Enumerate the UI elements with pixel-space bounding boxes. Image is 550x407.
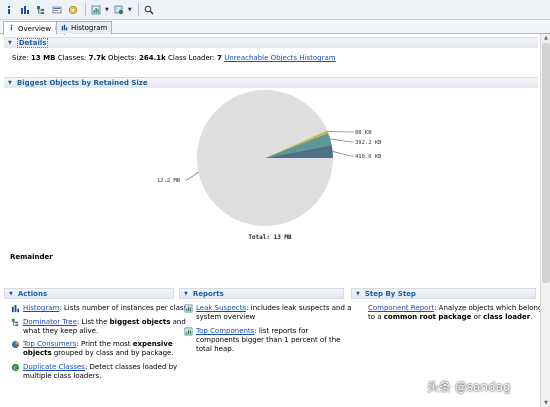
tab-histogram[interactable]: Histogram [56, 21, 113, 34]
class-loader-value: 7 [217, 54, 222, 62]
histogram-icon[interactable] [18, 3, 32, 17]
biggest-objects-section-header[interactable]: ▼ Biggest Objects by Retained Size [4, 77, 538, 88]
panel-title: Step By Step [364, 289, 416, 298]
dominator-tree-link[interactable]: Dominator Tree [23, 318, 77, 326]
pie-slice-label: 12.2 MB [157, 178, 181, 184]
search-icon[interactable] [142, 3, 156, 17]
duplicate-classes-icon: c [11, 363, 20, 372]
scrollbar-thumb[interactable] [542, 43, 550, 283]
size-value: 13 MB [30, 54, 56, 62]
objects-value: 264.1k [139, 54, 166, 62]
classes-value: 7.7k [88, 54, 106, 62]
pie-slice[interactable] [197, 89, 333, 226]
action-duplicate-classes: c Duplicate Classes: Detect classes load… [11, 363, 181, 383]
scroll-up-icon[interactable]: ▲ [541, 34, 550, 42]
scroll-down-icon[interactable]: ▼ [541, 399, 550, 407]
pie-slice-label: 392.2 KB [355, 140, 382, 146]
step-component-report: Component Report: Analyze objects which … [368, 304, 543, 321]
tab-label: Histogram [71, 24, 108, 32]
dominator-tree-icon[interactable] [34, 3, 48, 17]
histogram-icon [11, 304, 20, 313]
reports-panel-header[interactable]: ▼ Reports [179, 288, 344, 299]
histogram-icon [61, 24, 68, 33]
panel-title: Actions [17, 289, 48, 298]
run-report-icon[interactable] [89, 3, 103, 17]
step-by-step-panel-header[interactable]: ▼ Step By Step [351, 288, 536, 299]
dominator-tree-icon [11, 318, 20, 327]
histogram-link[interactable]: Histogram [23, 304, 59, 312]
svg-text:c: c [14, 366, 17, 372]
tab-label: Overview [18, 24, 51, 33]
leak-suspects-link[interactable]: Leak Suspects [196, 304, 246, 312]
duplicate-classes-link[interactable]: Duplicate Classes [23, 363, 85, 371]
section-title: Details [16, 38, 49, 48]
watermark: 头条 @sandag [427, 380, 511, 394]
component-report-link[interactable]: Component Report [368, 304, 434, 312]
collapse-toggle-icon[interactable]: ▼ [356, 291, 360, 297]
editor-tab-bar: Overview ☒ Histogram [0, 20, 550, 35]
action-histogram: Histogram: Lists number of instances per… [11, 304, 187, 314]
toolbar-separator [137, 3, 139, 16]
pie-leader-line [330, 138, 354, 143]
collapse-toggle-icon[interactable]: ▼ [8, 40, 12, 46]
panel-title: Reports [192, 289, 224, 298]
report-icon [184, 327, 193, 336]
details-section-header[interactable]: ▼ Details [4, 37, 538, 48]
report-leak-suspects: Leak Suspects: includes leak suspects an… [184, 304, 351, 324]
info-icon [8, 24, 15, 33]
pie-slice-label: 410.6 KB [355, 154, 382, 160]
retained-size-pie-chart: 410.6 KB 392.2 KB 88 KB 12.2 MB Total: 13 MB [0, 88, 540, 248]
toolbar-separator [85, 3, 86, 16]
chevron-down-icon[interactable]: ▼ [105, 7, 109, 13]
top-components-link[interactable]: Top Components [196, 327, 254, 335]
pie-chart-svg: 410.6 KB 392.2 KB 88 KB 12.2 MB Total: 13 MB [157, 89, 382, 241]
pie-leader-line [185, 171, 199, 181]
pie-total-label: Total: 13 MB [248, 234, 292, 241]
chevron-down-icon[interactable]: ▼ [128, 7, 132, 13]
top-consumers-icon [11, 340, 20, 349]
info-icon[interactable] [2, 3, 16, 17]
vertical-scrollbar[interactable]: ▲ ▼ [540, 34, 550, 407]
collapse-toggle-icon[interactable]: ▼ [8, 80, 12, 86]
action-top-consumers: Top Consumers: Print the most expensive o… [11, 340, 181, 360]
remainder-label: Remainder [10, 253, 53, 261]
query-browser-icon[interactable] [112, 3, 126, 17]
pie-slice-label: 88 KB [355, 130, 372, 136]
toolbar: ▼ ▼ [0, 0, 550, 20]
action-dominator-tree: Dominator Tree: List the biggest objects… [11, 318, 186, 338]
oql-icon[interactable] [50, 3, 64, 17]
collapse-toggle-icon[interactable]: ▼ [9, 291, 13, 297]
unreachable-objects-link[interactable]: Unreachable Objects Histogram [224, 54, 335, 62]
details-summary: Size: 13 MB Classes: 7.7k Objects: 264.1… [12, 54, 336, 62]
report-top-components: Top Components: list reports for componen… [184, 327, 344, 357]
pie-leader-line [332, 151, 354, 157]
section-title: Biggest Objects by Retained Size [16, 79, 148, 87]
thread-overview-icon[interactable] [66, 3, 80, 17]
actions-panel-header[interactable]: ▼ Actions [4, 288, 174, 299]
report-icon [184, 304, 193, 313]
top-consumers-link[interactable]: Top Consumers [23, 340, 76, 348]
collapse-toggle-icon[interactable]: ▼ [184, 291, 188, 297]
